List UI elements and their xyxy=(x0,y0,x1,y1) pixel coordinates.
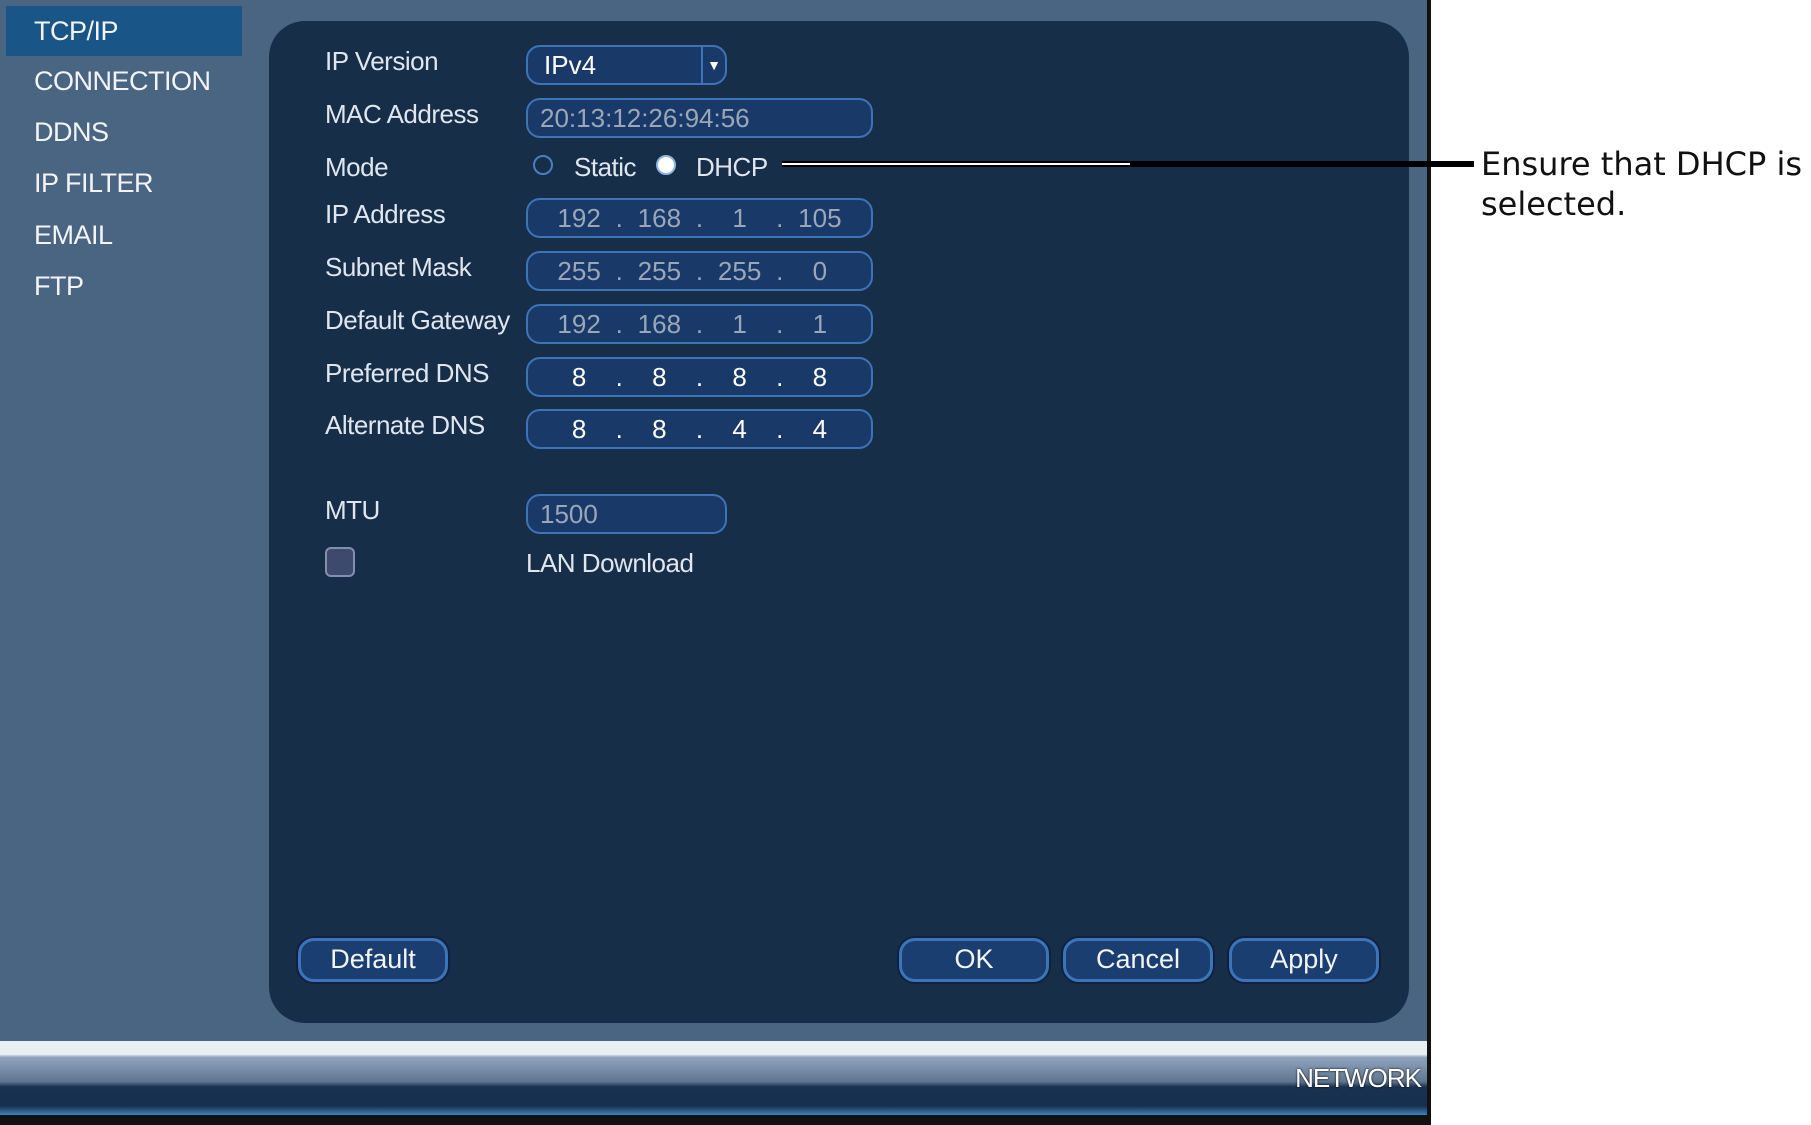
ok-button[interactable]: OK xyxy=(899,938,1049,982)
octet: 1 xyxy=(732,203,747,233)
octet: 255 xyxy=(717,256,762,286)
octet: 192 xyxy=(557,309,601,339)
octet: 168 xyxy=(637,203,682,233)
dot: . xyxy=(615,203,623,233)
octet: 0 xyxy=(812,256,828,286)
octet: 8 xyxy=(571,362,587,392)
octet: 168 xyxy=(637,309,682,339)
dhcp-radio[interactable] xyxy=(656,155,676,175)
alternate-dns-field[interactable]: 8. 8. 4. 4 xyxy=(526,409,873,449)
octet: 8 xyxy=(652,414,667,444)
octet: 8 xyxy=(732,362,747,392)
octet: 4 xyxy=(732,414,747,444)
dot: . xyxy=(615,414,623,444)
static-radio-label: Static xyxy=(574,152,637,182)
octet: 192 xyxy=(557,203,601,233)
lan-download-label: LAN Download xyxy=(526,548,694,578)
ip-version-label: IP Version xyxy=(325,46,439,76)
dot: . xyxy=(695,414,704,444)
mtu-field[interactable]: 1500 xyxy=(526,494,727,534)
dvr-window: TCP/IP CONNECTION DDNS IP FILTER EMAIL F… xyxy=(0,0,1431,1125)
lan-download-checkbox[interactable] xyxy=(325,547,355,577)
chevron-down-icon[interactable]: ▼ xyxy=(701,47,725,83)
mode-label: Mode xyxy=(325,152,389,182)
annotation-text: Ensure that DHCP is selected. xyxy=(1481,144,1802,224)
dot: . xyxy=(776,362,784,392)
sidebar-item-ddns[interactable]: DDNS xyxy=(6,107,242,157)
default-button[interactable]: Default xyxy=(298,938,448,982)
dot: . xyxy=(695,256,704,286)
bottom-bar: NETWORK xyxy=(0,1041,1427,1115)
preferred-dns-field[interactable]: 8. 8. 8. 8 xyxy=(526,357,873,397)
dot: . xyxy=(776,309,784,339)
section-title: NETWORK xyxy=(1295,1063,1422,1093)
tcpip-settings-panel: IP Version IPv4 ▼ MAC Address 20:13:12:2… xyxy=(269,21,1409,1023)
sidebar-item-tcpip[interactable]: TCP/IP xyxy=(6,6,242,56)
mac-address-label: MAC Address xyxy=(325,99,479,129)
octet: 8 xyxy=(652,362,667,392)
apply-button[interactable]: Apply xyxy=(1229,938,1379,982)
dot: . xyxy=(695,309,704,339)
octet: 105 xyxy=(798,203,842,233)
static-radio[interactable] xyxy=(533,155,553,175)
default-gateway-label: Default Gateway xyxy=(325,305,510,335)
annotation-line-1: Ensure that DHCP is xyxy=(1481,145,1802,183)
dot: . xyxy=(615,309,623,339)
mtu-label: MTU xyxy=(325,495,380,525)
octet: 4 xyxy=(812,414,828,444)
octet: 8 xyxy=(812,362,828,392)
dot: . xyxy=(615,256,623,286)
subnet-mask-field[interactable]: 255. 255. 255. 0 xyxy=(526,251,873,291)
sidebar-item-ftp[interactable]: FTP xyxy=(6,261,242,311)
dhcp-radio-label: DHCP xyxy=(696,152,768,182)
ip-address-field[interactable]: 192. 168. 1. 105 xyxy=(526,198,873,238)
ip-version-select[interactable]: IPv4 ▼ xyxy=(526,45,727,85)
annotation-pointer-line-end xyxy=(1130,162,1474,166)
dot: . xyxy=(776,256,784,286)
sidebar-item-email[interactable]: EMAIL xyxy=(6,210,242,260)
footer-strip xyxy=(0,1115,1431,1125)
annotation-line-2: selected. xyxy=(1481,185,1627,223)
sidebar-item-ip-filter[interactable]: IP FILTER xyxy=(6,158,242,208)
alternate-dns-label: Alternate DNS xyxy=(325,410,485,440)
dot: . xyxy=(695,203,704,233)
cancel-button[interactable]: Cancel xyxy=(1063,938,1213,982)
preferred-dns-label: Preferred DNS xyxy=(325,358,490,388)
octet: 1 xyxy=(732,309,747,339)
dot: . xyxy=(695,362,704,392)
dot: . xyxy=(776,414,784,444)
ip-version-value: IPv4 xyxy=(544,50,597,80)
octet: 1 xyxy=(812,309,828,339)
subnet-mask-label: Subnet Mask xyxy=(325,252,472,282)
sidebar-item-connection[interactable]: CONNECTION xyxy=(6,56,242,106)
octet: 255 xyxy=(557,256,601,286)
octet: 255 xyxy=(637,256,682,286)
mac-address-field: 20:13:12:26:94:56 xyxy=(526,98,873,138)
dot: . xyxy=(776,203,784,233)
dot: . xyxy=(615,362,623,392)
default-gateway-field[interactable]: 192. 168. 1. 1 xyxy=(526,304,873,344)
octet: 8 xyxy=(571,414,587,444)
ip-address-label: IP Address xyxy=(325,199,446,229)
